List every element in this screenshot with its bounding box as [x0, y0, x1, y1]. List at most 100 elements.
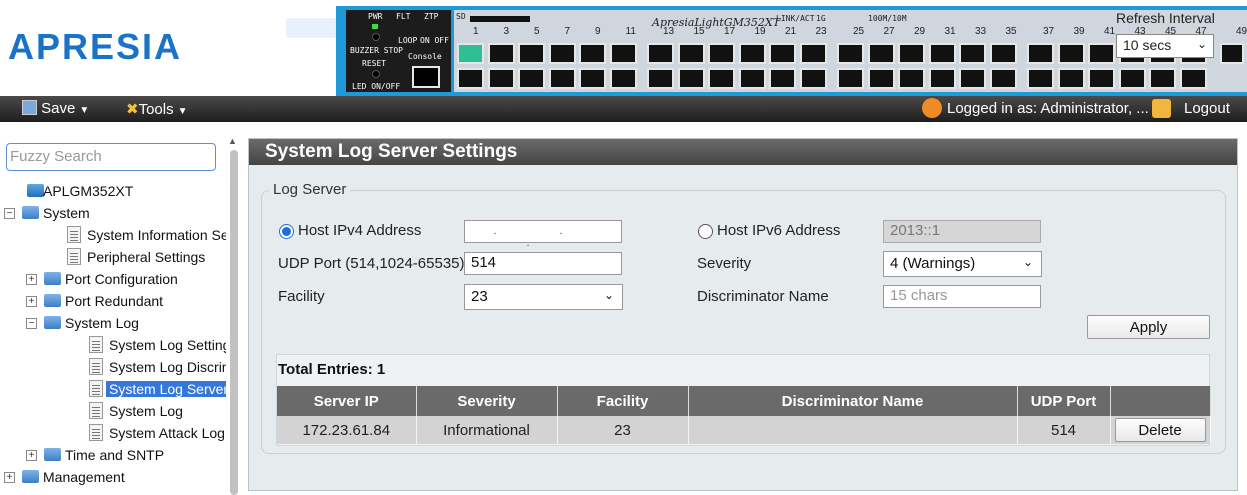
tree-item[interactable]: + Port Configuration	[0, 270, 226, 290]
speed-100m-label: 100M/10M	[868, 14, 907, 23]
refresh-interval-label: Refresh Interval	[1116, 10, 1215, 26]
save-menu[interactable]: Save ▼	[22, 100, 89, 117]
ethernet-port	[1057, 43, 1085, 64]
console-label: Console	[408, 52, 442, 61]
tree-item[interactable]: System Information Settings	[0, 226, 226, 246]
folder-icon	[44, 272, 61, 285]
expand-icon[interactable]: +	[26, 450, 37, 461]
page-title: System Log Server Settings	[249, 139, 1237, 165]
port-number-label: 49	[1236, 26, 1247, 37]
reset-button	[372, 70, 380, 78]
host-ipv4-input[interactable]: . . .	[464, 220, 622, 249]
host-ipv4-radio[interactable]	[279, 224, 294, 239]
table-header-row: Server IP Severity Facility Discriminato…	[277, 386, 1211, 416]
page-icon	[89, 358, 103, 375]
log-server-table: Server IP Severity Facility Discriminato…	[277, 386, 1211, 444]
scroll-thumb[interactable]	[230, 150, 238, 495]
page-icon	[89, 336, 103, 353]
ethernet-port	[898, 43, 925, 64]
main-panel: System Log Server Settings Log Server Ho…	[248, 138, 1238, 491]
ethernet-port	[1088, 43, 1115, 64]
port-number-label: 5	[534, 26, 540, 37]
tree-item[interactable]: + Port Redundant	[0, 292, 226, 312]
save-label: Save	[41, 100, 76, 117]
tree-item[interactable]: Peripheral Settings	[0, 248, 226, 268]
ethernet-port	[1179, 68, 1207, 89]
refresh-interval-value: 10 secs	[1123, 37, 1172, 53]
device-panel[interactable]: PWR FLT ZTP LOOP ON OFF BUZZER STOP RESE…	[336, 6, 1247, 96]
fuzzy-search-input[interactable]: Fuzzy Search	[6, 143, 216, 171]
logout-link[interactable]: Logout	[1184, 100, 1230, 117]
col-action	[1110, 386, 1211, 416]
ethernet-port	[959, 43, 986, 64]
ethernet-port	[1027, 68, 1054, 89]
sd-slot	[470, 16, 530, 22]
severity-select[interactable]: 4 (Warnings) ⌄	[883, 251, 1042, 277]
discriminator-input[interactable]: 15 chars	[883, 285, 1041, 308]
delete-button[interactable]: Delete	[1114, 418, 1206, 442]
scroll-up-icon[interactable]: ▲	[228, 136, 237, 146]
col-severity: Severity	[416, 386, 558, 416]
ethernet-port	[738, 43, 766, 64]
ethernet-port	[708, 68, 735, 89]
ethernet-port	[769, 68, 796, 89]
ethernet-port	[867, 43, 895, 64]
tree-item[interactable]: System Attack Log	[0, 424, 226, 444]
udp-port-input[interactable]: 514	[464, 252, 622, 275]
collapse-icon[interactable]: −	[4, 208, 15, 219]
speed-1g-label: 1G	[816, 14, 826, 23]
sidebar-scrollbar[interactable]: ▲	[228, 136, 240, 495]
ethernet-port	[677, 43, 705, 64]
ethernet-port	[959, 68, 986, 89]
ethernet-port	[799, 68, 827, 89]
tree-item[interactable]: + Management	[0, 468, 226, 488]
ztp-label: ZTP	[424, 12, 439, 21]
tree-item[interactable]: − System Log	[0, 314, 226, 334]
led-onoff-label: LED ON/OFF	[352, 82, 401, 91]
col-udp-port: UDP Port	[1017, 386, 1111, 416]
ethernet-port	[1088, 68, 1115, 89]
tree-item[interactable]: − System	[0, 204, 226, 224]
ethernet-port	[928, 43, 956, 64]
apply-button[interactable]: Apply	[1087, 315, 1210, 339]
page-icon	[89, 402, 103, 419]
device-control-area: PWR FLT ZTP LOOP ON OFF BUZZER STOP RESE…	[346, 10, 451, 92]
expand-icon[interactable]: +	[26, 274, 37, 285]
port-number-label: 17	[724, 26, 736, 37]
port-number-label: 15	[693, 26, 705, 37]
header: APRESIA PWR FLT ZTP LOOP ON OFF BUZZER S…	[0, 0, 1247, 96]
tree-item-label: Peripheral Settings	[87, 249, 206, 265]
refresh-interval-select[interactable]: 10 secs ⌄	[1116, 34, 1214, 58]
tree-item[interactable]: System Log	[0, 402, 226, 422]
buzzer-stop-label: BUZZER STOP	[350, 46, 403, 55]
pwr-label: PWR	[368, 12, 383, 21]
ethernet-port	[867, 68, 895, 89]
ethernet-port	[837, 43, 864, 64]
facility-select[interactable]: 23 ⌄	[464, 284, 623, 310]
tree-item-label: Port Configuration	[65, 271, 178, 287]
tree-item-label: Time and SNTP	[65, 447, 165, 463]
host-ipv6-input[interactable]: 2013::1	[883, 220, 1041, 243]
tree-item-label: System Log	[65, 315, 139, 331]
tree-item[interactable]: APLGM352XT	[0, 182, 226, 202]
tree-item[interactable]: + Time and SNTP	[0, 446, 226, 466]
collapse-icon[interactable]: −	[26, 318, 37, 329]
discriminator-label: Discriminator Name	[697, 288, 829, 305]
ethernet-port	[1118, 68, 1146, 89]
host-ipv6-radio[interactable]	[698, 224, 713, 239]
expand-icon[interactable]: +	[4, 472, 15, 483]
tree-item[interactable]: System Log Server Settings	[0, 380, 226, 400]
tools-menu[interactable]: ✖Tools ▼	[126, 100, 188, 118]
expand-icon[interactable]: +	[26, 296, 37, 307]
ethernet-port	[579, 68, 606, 89]
col-facility: Facility	[557, 386, 689, 416]
port-number-label: 23	[815, 26, 827, 37]
log-server-legend: Log Server	[269, 181, 351, 198]
tree-item[interactable]: System Log Discriminator	[0, 358, 226, 378]
tree-item-label: System Attack Log	[109, 425, 225, 441]
tree-item[interactable]: System Log Settings	[0, 336, 226, 356]
chevron-down-icon: ⌄	[603, 288, 614, 302]
ethernet-port	[647, 68, 674, 89]
tree-item-label: System	[43, 205, 90, 221]
ethernet-port	[518, 43, 545, 64]
